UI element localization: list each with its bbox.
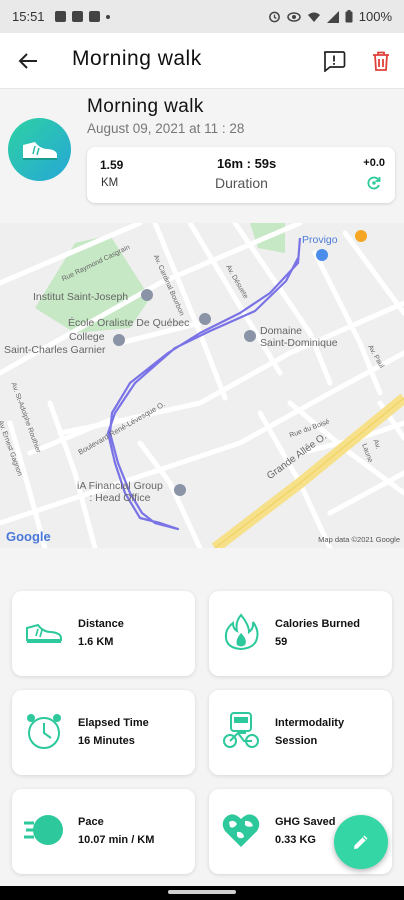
stat-label: GHG Saved (275, 816, 336, 828)
status-bar: 15:51 100% (0, 0, 404, 33)
shoe-icon (26, 623, 62, 643)
battery-icon (345, 10, 353, 23)
map-canvas (0, 223, 404, 548)
route-map[interactable]: Provigo Institut Saint-Joseph École Oral… (0, 223, 404, 548)
map-label-ia: iA Financial Group : Head Office (77, 480, 163, 504)
summary-stats-card: 1.59 KM 16m : 59s Duration +0.0 (87, 147, 395, 203)
stat-value: 10.07 min / KM (78, 834, 155, 846)
stat-label: Distance (78, 618, 124, 630)
stat-value: 16 Minutes (78, 735, 135, 747)
alarm-icon (268, 11, 280, 23)
bike-bus-icon (223, 712, 259, 748)
home-gesture-handle[interactable] (168, 890, 236, 894)
distance-value: 1.59 (100, 158, 124, 172)
delta-value: +0.0 (363, 157, 385, 169)
activity-summary: Morning walk August 09, 2021 at 11 : 28 … (0, 89, 404, 223)
clock-icon (27, 714, 61, 749)
activity-type-badge (8, 118, 71, 181)
stat-label: Pace (78, 816, 104, 828)
map-label-charles: Saint-Charles Garnier (4, 344, 106, 356)
app-bar: Morning walk (0, 33, 404, 89)
stat-label: Elapsed Time (78, 717, 149, 729)
stat-card-distance: Distance 1.6 KM (12, 591, 195, 676)
shoe-icon (22, 141, 57, 160)
stat-value: 1.6 KM (78, 636, 114, 648)
map-label-ecole: École Oraliste De Québec (68, 317, 190, 329)
page-title: Morning walk (72, 47, 202, 70)
pencil-icon (354, 835, 368, 849)
signal-icon (326, 10, 339, 23)
back-button[interactable] (14, 47, 42, 75)
globe-heart-icon (222, 814, 260, 847)
stat-value: Session (275, 735, 318, 747)
teams-notification-icon (71, 11, 83, 22)
arrow-left-icon (18, 53, 37, 69)
duration-value: 16m : 59s (217, 156, 277, 171)
image-notification-icon (54, 11, 66, 22)
stat-value: 59 (275, 636, 288, 648)
status-time: 15:51 (12, 9, 45, 24)
distance-unit: KM (101, 177, 119, 189)
trash-icon (373, 51, 389, 71)
battery-percent: 100% (358, 9, 392, 24)
stat-label: Calories Burned (275, 618, 360, 630)
map-label-college: College (69, 331, 105, 343)
pace-icon (24, 815, 63, 845)
flame-icon (224, 613, 259, 651)
stat-card-calories: Calories Burned 59 (209, 591, 392, 676)
eye-icon (287, 11, 301, 22)
wifi-icon (307, 12, 320, 22)
map-label-institut: Institut Saint-Joseph (33, 291, 129, 303)
refresh-icon[interactable] (366, 175, 382, 191)
google-logo: Google (6, 529, 51, 544)
report-button[interactable] (320, 47, 348, 75)
delete-button[interactable] (367, 47, 395, 75)
activity-date: August 09, 2021 at 11 : 28 (87, 121, 245, 136)
stat-value: 0.33 KG (275, 834, 316, 846)
more-notifications-icon (105, 14, 110, 19)
stat-card-pace: Pace 10.07 min / KM (12, 789, 195, 874)
map-attribution[interactable]: Map data ©2021 Google (318, 535, 400, 544)
map-label-domaine: Domaine Saint-Dominique (260, 325, 338, 349)
activity-title: Morning walk (87, 96, 204, 117)
teams-notification-icon-2 (88, 11, 100, 22)
stat-card-elapsed-time: Elapsed Time 16 Minutes (12, 690, 195, 775)
feedback-icon (323, 51, 346, 72)
notification-icons (54, 11, 110, 22)
edit-fab-button[interactable] (334, 815, 388, 869)
duration-label: Duration (215, 175, 268, 191)
map-label-provigo: Provigo (302, 234, 338, 246)
stat-label: Intermodality (275, 717, 345, 729)
stat-card-intermodality: Intermodality Session (209, 690, 392, 775)
